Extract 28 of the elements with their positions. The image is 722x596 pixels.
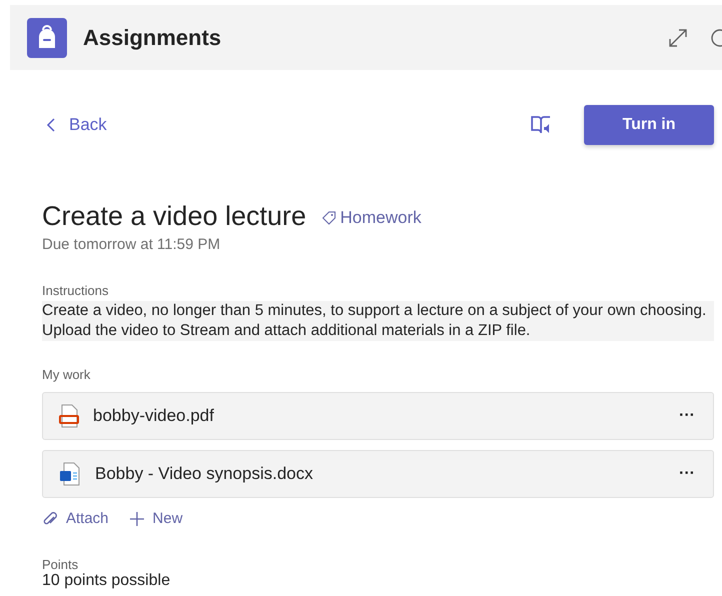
pdf-file-icon <box>59 404 79 428</box>
more-options-button[interactable]: ··· <box>673 464 701 484</box>
word-file-icon <box>59 462 81 486</box>
due-date: Due tomorrow at 11:59 PM <box>42 236 222 253</box>
more-options-button[interactable]: ··· <box>673 406 701 426</box>
app-title: Assignments <box>83 24 222 50</box>
file-card[interactable]: bobby-video.pdf ··· <box>42 392 714 440</box>
assignment-title: Create a video lecture <box>42 201 306 232</box>
instructions-label: Instructions <box>42 283 110 298</box>
my-work-label: My work <box>42 367 92 382</box>
attach-link[interactable]: Attach <box>42 510 109 527</box>
back-link[interactable]: Back <box>46 115 530 135</box>
instructions-text: Create a video, no longer than 5 minutes, to support a lecture on a subject of your own choosing. Upload the video to Stream and attach additional materials in a ZIP file. <box>42 301 714 341</box>
backpack-icon <box>27 18 67 58</box>
tag-icon <box>322 211 336 225</box>
chevron-left-icon <box>46 118 55 132</box>
points-value: 10 points possible <box>42 572 172 590</box>
file-name: bobby-video.pdf <box>93 406 215 426</box>
points-label: Points <box>42 557 80 572</box>
new-link[interactable]: New <box>128 510 183 527</box>
file-name: Bobby - Video synopsis.docx <box>95 464 314 484</box>
turn-in-button[interactable]: Turn in <box>584 105 714 145</box>
paperclip-icon <box>42 510 58 526</box>
file-card[interactable]: Bobby - Video synopsis.docx ··· <box>42 450 714 498</box>
category-tag[interactable]: Homework <box>322 208 422 228</box>
expand-icon[interactable] <box>668 28 688 48</box>
immersive-reader-icon[interactable] <box>530 115 552 135</box>
plus-icon <box>128 510 145 526</box>
